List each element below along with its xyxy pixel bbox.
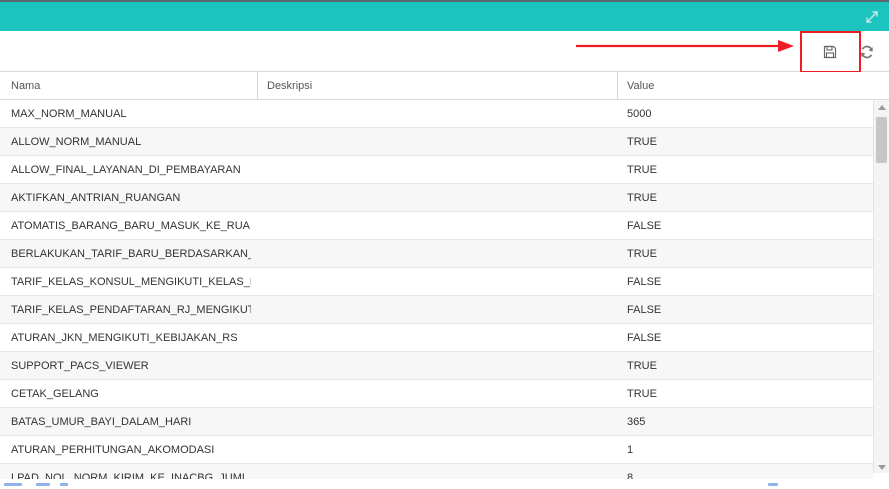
- cell-deskripsi: [266, 380, 606, 408]
- table-row[interactable]: ALLOW_FINAL_LAYANAN_DI_PEMBAYARAN TRUE: [0, 156, 873, 184]
- cell-nama: ATURAN_JKN_MENGIKUTI_KEBIJAKAN_RS: [11, 332, 238, 344]
- annotation-highlight-box: [800, 31, 861, 73]
- cell-deskripsi: [266, 464, 606, 479]
- table-row[interactable]: AKTIFKAN_ANTRIAN_RUANGAN TRUE: [0, 184, 873, 212]
- table-row[interactable]: TARIF_KELAS_PENDAFTARAN_RJ_MENGIKUTI... …: [0, 296, 873, 324]
- cell-value[interactable]: 1: [627, 436, 857, 464]
- cell-nama: BATAS_UMUR_BAYI_DALAM_HARI: [11, 416, 192, 428]
- cell-nama: CETAK_GELANG: [11, 388, 99, 400]
- column-header-nama[interactable]: Nama: [0, 72, 257, 100]
- table-row[interactable]: CETAK_GELANG TRUE: [0, 380, 873, 408]
- cell-value[interactable]: FALSE: [627, 268, 857, 296]
- cell-nama: TARIF_KELAS_PENDAFTARAN_RJ_MENGIKUTI...: [11, 304, 251, 316]
- bottom-strip-mark: [768, 483, 778, 486]
- cell-value[interactable]: 8: [627, 464, 857, 479]
- cell-deskripsi: [266, 324, 606, 352]
- cell-nama: MAX_NORM_MANUAL: [11, 108, 127, 120]
- cell-value[interactable]: TRUE: [627, 128, 857, 156]
- table-row[interactable]: LPAD_NOL_NORM_KIRIM_KE_INACBG_JUML... 8: [0, 464, 873, 479]
- bottom-strip-mark: [4, 483, 22, 486]
- cell-value[interactable]: 5000: [627, 100, 857, 128]
- expand-icon[interactable]: [865, 10, 879, 24]
- column-header-value[interactable]: Value: [617, 72, 873, 100]
- cell-nama: LPAD_NOL_NORM_KIRIM_KE_INACBG_JUML...: [11, 472, 251, 479]
- cell-deskripsi: [266, 184, 606, 212]
- table-row[interactable]: ATOMATIS_BARANG_BARU_MASUK_KE_RUA... FAL…: [0, 212, 873, 240]
- cell-value[interactable]: FALSE: [627, 212, 857, 240]
- scroll-up-arrow[interactable]: [878, 105, 886, 110]
- grid-body: MAX_NORM_MANUAL 5000 ALLOW_NORM_MANUAL T…: [0, 100, 873, 479]
- cell-nama: ATOMATIS_BARANG_BARU_MASUK_KE_RUA...: [11, 220, 251, 232]
- cell-nama: ALLOW_FINAL_LAYANAN_DI_PEMBAYARAN: [11, 164, 241, 176]
- cell-deskripsi: [266, 100, 606, 128]
- table-row[interactable]: ATURAN_JKN_MENGIKUTI_KEBIJAKAN_RS FALSE: [0, 324, 873, 352]
- cell-value[interactable]: FALSE: [627, 296, 857, 324]
- cell-value[interactable]: 365: [627, 408, 857, 436]
- cell-value[interactable]: TRUE: [627, 352, 857, 380]
- column-header-deskripsi[interactable]: Deskripsi: [257, 72, 617, 100]
- bottom-strip-mark: [60, 483, 68, 486]
- cell-value[interactable]: TRUE: [627, 380, 857, 408]
- table-row[interactable]: SUPPORT_PACS_VIEWER TRUE: [0, 352, 873, 380]
- cell-value[interactable]: TRUE: [627, 184, 857, 212]
- scroll-down-arrow[interactable]: [878, 465, 886, 470]
- cell-nama: ALLOW_NORM_MANUAL: [11, 136, 142, 148]
- cell-deskripsi: [266, 240, 606, 268]
- cell-nama: BERLAKUKAN_TARIF_BARU_BERDASARKAN_...: [11, 248, 251, 260]
- cell-deskripsi: [266, 268, 606, 296]
- table-row[interactable]: ATURAN_PERHITUNGAN_AKOMODASI 1: [0, 436, 873, 464]
- table-row[interactable]: ALLOW_NORM_MANUAL TRUE: [0, 128, 873, 156]
- cell-deskripsi: [266, 296, 606, 324]
- vertical-scrollbar[interactable]: [873, 100, 889, 473]
- cell-deskripsi: [266, 128, 606, 156]
- cell-nama: TARIF_KELAS_KONSUL_MENGIKUTI_KELAS_R...: [11, 276, 251, 288]
- cell-nama: ATURAN_PERHITUNGAN_AKOMODASI: [11, 444, 215, 456]
- cell-value[interactable]: FALSE: [627, 324, 857, 352]
- annotation-arrow: [576, 40, 794, 52]
- cell-deskripsi: [266, 408, 606, 436]
- panel-header: [0, 2, 889, 31]
- table-row[interactable]: MAX_NORM_MANUAL 5000: [0, 100, 873, 128]
- cell-value[interactable]: TRUE: [627, 156, 857, 184]
- cell-nama: SUPPORT_PACS_VIEWER: [11, 360, 149, 372]
- cell-deskripsi: [266, 436, 606, 464]
- table-row[interactable]: BERLAKUKAN_TARIF_BARU_BERDASARKAN_... TR…: [0, 240, 873, 268]
- bottom-strip: [0, 479, 889, 489]
- cell-deskripsi: [266, 212, 606, 240]
- cell-value[interactable]: TRUE: [627, 240, 857, 268]
- grid-header: Nama Deskripsi Value: [0, 72, 889, 100]
- table-row[interactable]: BATAS_UMUR_BAYI_DALAM_HARI 365: [0, 408, 873, 436]
- bottom-strip-mark: [36, 483, 50, 486]
- cell-deskripsi: [266, 156, 606, 184]
- scrollbar-thumb[interactable]: [876, 117, 887, 163]
- cell-nama: AKTIFKAN_ANTRIAN_RUANGAN: [11, 192, 181, 204]
- table-row[interactable]: TARIF_KELAS_KONSUL_MENGIKUTI_KELAS_R... …: [0, 268, 873, 296]
- cell-deskripsi: [266, 352, 606, 380]
